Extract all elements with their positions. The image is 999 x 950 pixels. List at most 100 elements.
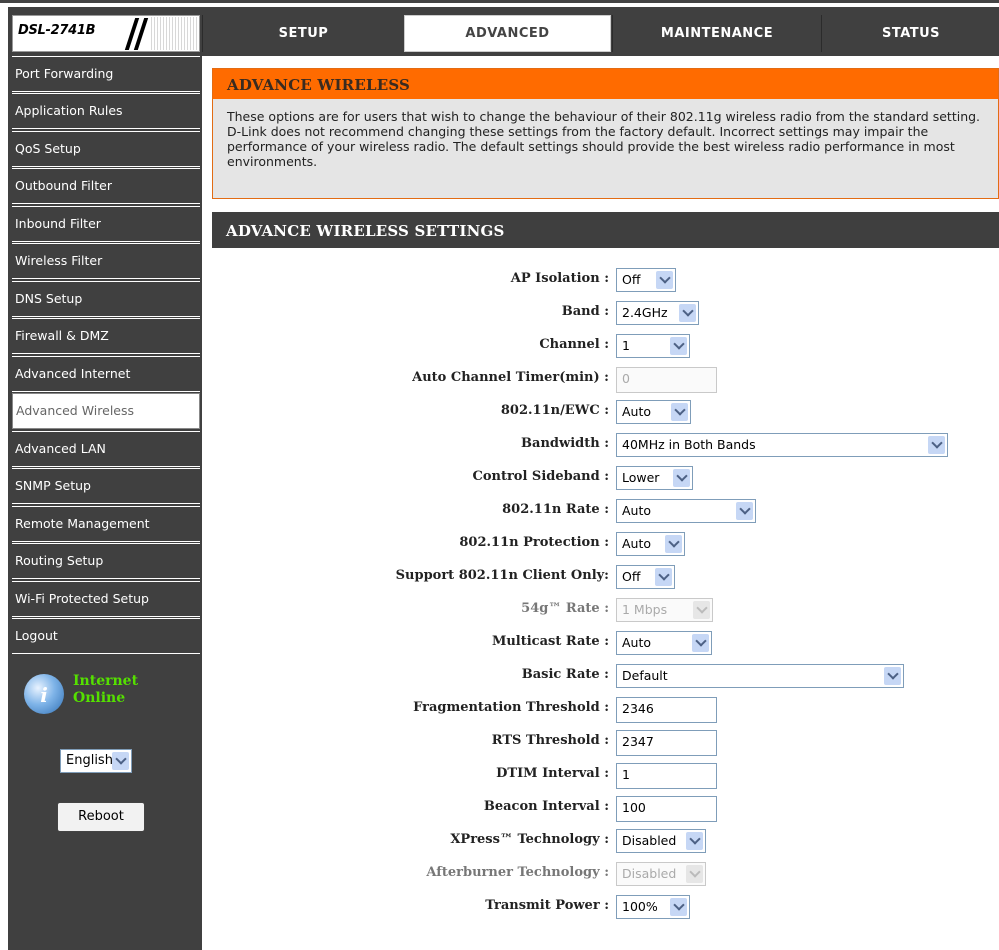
field-row: Fragmentation Threshold : 2346 xyxy=(212,695,999,723)
field-row: 802.11n/EWC : Auto xyxy=(212,398,999,426)
section-description: These options are for users that wish to… xyxy=(213,99,998,198)
chevron-down-icon xyxy=(686,832,703,850)
ap-isolation-select[interactable]: Off xyxy=(616,268,676,292)
field-row: 802.11n Rate : Auto xyxy=(212,497,999,525)
band-value: 2.4GHz xyxy=(622,305,668,320)
multicast-rate-value: Auto xyxy=(622,635,652,650)
chevron-down-icon xyxy=(671,403,688,421)
band-label: Band : xyxy=(561,304,609,319)
sidebar-item-wifi-protected-setup[interactable]: Wi-Fi Protected Setup xyxy=(12,581,200,617)
bandwidth-label: Bandwidth : xyxy=(521,436,609,451)
sidebar-item-logout[interactable]: Logout xyxy=(12,618,200,654)
dtim-interval-label: DTIM Interval : xyxy=(496,766,609,781)
field-row: Transmit Power : 100% xyxy=(212,893,999,921)
afterburner-technology-select[interactable]: Disabled xyxy=(616,862,706,886)
tab-advanced[interactable]: ADVANCED xyxy=(404,15,611,52)
field-row: Multicast Rate : Auto xyxy=(212,629,999,657)
fragmentation-threshold-value: 2346 xyxy=(622,701,654,716)
logo-text: DSL-2741B xyxy=(18,23,96,38)
sidebar-item-wireless-filter[interactable]: Wireless Filter xyxy=(12,243,200,279)
beacon-interval-input[interactable]: 100 xyxy=(616,796,717,822)
afterburner-technology-value: Disabled xyxy=(622,866,677,881)
sidebar-item-snmp-setup[interactable]: SNMP Setup xyxy=(12,468,200,504)
field-row: Band : 2.4GHz xyxy=(212,299,999,327)
fragmentation-threshold-input[interactable]: 2346 xyxy=(616,697,717,723)
sidebar-item-firewall-dmz[interactable]: Firewall & DMZ xyxy=(12,318,200,354)
fragmentation-threshold-label: Fragmentation Threshold : xyxy=(413,700,609,715)
client-only-value: Off xyxy=(622,569,641,584)
sidebar-item-remote-management[interactable]: Remote Management xyxy=(12,506,200,542)
sidebar-item-routing-setup[interactable]: Routing Setup xyxy=(12,543,200,579)
band-select[interactable]: 2.4GHz xyxy=(616,301,699,325)
54g-rate-label: 54g™ Rate : xyxy=(521,601,609,616)
80211n-ewc-select[interactable]: Auto xyxy=(616,400,691,424)
dtim-interval-input[interactable]: 1 xyxy=(616,763,717,789)
multicast-rate-select[interactable]: Auto xyxy=(616,631,712,655)
bandwidth-value: 40MHz in Both Bands xyxy=(622,437,756,452)
80211n-rate-select[interactable]: Auto xyxy=(616,499,756,523)
status-line-2: Online xyxy=(73,690,126,706)
80211n-rate-value: Auto xyxy=(622,503,652,518)
sidebar-item-inbound-filter[interactable]: Inbound Filter xyxy=(12,206,200,242)
54g-rate-value: 1 Mbps xyxy=(622,602,668,617)
chevron-down-icon xyxy=(656,271,673,289)
80211n-protection-value: Auto xyxy=(622,536,652,551)
auto-channel-timer-input[interactable]: 0 xyxy=(616,367,717,393)
80211n-protection-select[interactable]: Auto xyxy=(616,532,685,556)
advance-wireless-section: ADVANCE WIRELESS These options are for u… xyxy=(212,68,999,199)
sidebar-item-application-rules[interactable]: Application Rules xyxy=(12,93,200,129)
sidebar-item-advanced-wireless[interactable]: Advanced Wireless xyxy=(12,393,200,429)
rts-threshold-input[interactable]: 2347 xyxy=(616,730,717,756)
basic-rate-select[interactable]: Default xyxy=(616,664,904,688)
sidebar-item-port-forwarding[interactable]: Port Forwarding xyxy=(12,56,200,92)
54g-rate-select[interactable]: 1 Mbps xyxy=(616,598,713,622)
transmit-power-select[interactable]: 100% xyxy=(616,895,690,919)
internet-status: Internet Online xyxy=(73,673,138,707)
language-select[interactable]: English xyxy=(60,749,132,773)
bandwidth-select[interactable]: 40MHz in Both Bands xyxy=(616,433,948,457)
sidebar-item-outbound-filter[interactable]: Outbound Filter xyxy=(12,168,200,204)
chevron-down-icon xyxy=(655,568,672,586)
chevron-down-icon xyxy=(693,601,710,619)
client-only-label: Support 802.11n Client Only: xyxy=(395,568,609,583)
chevron-down-icon xyxy=(884,667,901,685)
sidebar-item-qos-setup[interactable]: QoS Setup xyxy=(12,131,200,167)
sidebar-item-advanced-internet[interactable]: Advanced Internet xyxy=(12,356,200,392)
channel-select[interactable]: 1 xyxy=(616,334,690,358)
control-sideband-select[interactable]: Lower xyxy=(616,466,693,490)
chevron-down-icon xyxy=(928,436,945,454)
transmit-power-label: Transmit Power : xyxy=(485,898,609,913)
chevron-down-icon xyxy=(686,865,703,883)
chevron-down-icon xyxy=(736,502,753,520)
reboot-button[interactable]: Reboot xyxy=(57,802,145,832)
afterburner-technology-label: Afterburner Technology : xyxy=(426,865,609,880)
basic-rate-value: Default xyxy=(622,668,668,683)
info-icon: i xyxy=(24,674,64,714)
field-row: Afterburner Technology : Disabled xyxy=(212,860,999,888)
advance-wireless-settings-section: ADVANCE WIRELESS SETTINGS AP Isolation :… xyxy=(212,212,999,950)
client-only-select[interactable]: Off xyxy=(616,565,675,589)
basic-rate-label: Basic Rate : xyxy=(521,667,609,682)
xpress-technology-select[interactable]: Disabled xyxy=(616,829,706,853)
field-row: Basic Rate : Default xyxy=(212,662,999,690)
settings-title: ADVANCE WIRELESS SETTINGS xyxy=(212,212,999,248)
chevron-down-icon xyxy=(670,898,687,916)
auto-channel-timer-value: 0 xyxy=(622,371,630,386)
field-row: Beacon Interval : 100 xyxy=(212,794,999,822)
sidebar-item-advanced-lan[interactable]: Advanced LAN xyxy=(12,431,200,467)
control-sideband-value: Lower xyxy=(622,470,660,485)
transmit-power-value: 100% xyxy=(622,899,658,914)
xpress-technology-label: XPress™ Technology : xyxy=(450,832,609,847)
field-row: Auto Channel Timer(min) : 0 xyxy=(212,365,999,393)
tab-setup[interactable]: SETUP xyxy=(202,15,404,52)
80211n-rate-label: 802.11n Rate : xyxy=(502,502,609,517)
sidebar-item-dns-setup[interactable]: DNS Setup xyxy=(12,281,200,317)
chevron-down-icon xyxy=(679,304,696,322)
tab-maintenance[interactable]: MAINTENANCE xyxy=(612,15,821,52)
rts-threshold-label: RTS Threshold : xyxy=(491,733,609,748)
field-row: DTIM Interval : 1 xyxy=(212,761,999,789)
language-value: English xyxy=(66,753,113,768)
80211n-ewc-value: Auto xyxy=(622,404,652,419)
tab-status[interactable]: STATUS xyxy=(821,15,999,52)
field-row: Channel : 1 xyxy=(212,332,999,360)
